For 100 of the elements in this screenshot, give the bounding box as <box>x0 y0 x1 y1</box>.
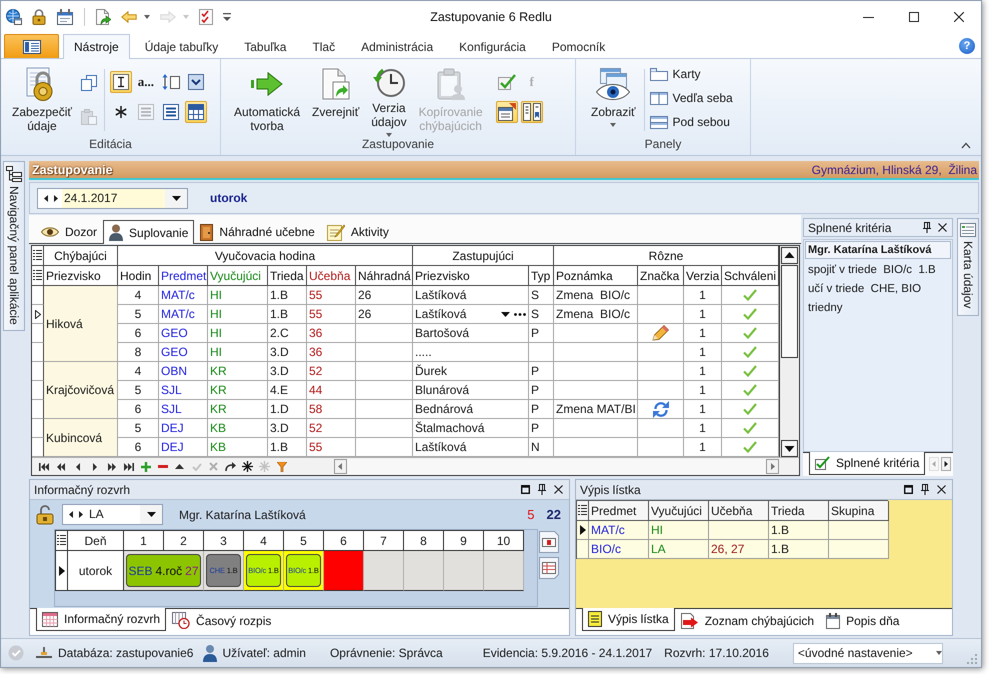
globe-icon[interactable] <box>6 9 22 25</box>
tab[interactable]: Dozor <box>35 220 104 243</box>
data-card-tab[interactable]: Karta údajov <box>957 218 979 316</box>
show-panels-button[interactable]: Zobraziť <box>588 59 639 137</box>
column-header[interactable]: Skupina <box>829 501 889 521</box>
column-chooser-icon[interactable] <box>33 250 42 261</box>
column-header[interactable]: Značka <box>638 266 684 286</box>
caret-icon[interactable] <box>144 15 150 19</box>
pin-icon[interactable] <box>538 484 546 495</box>
ribbon-tab[interactable]: Tabuľka <box>233 34 298 58</box>
document-arrow-icon[interactable] <box>95 9 111 25</box>
column-header[interactable]: Poznámka <box>554 266 638 286</box>
dropdown-icon[interactable] <box>172 196 180 200</box>
dropdown-box-icon[interactable] <box>188 74 204 90</box>
ribbon-tab[interactable]: Údaje tabuľky <box>134 34 230 58</box>
column-header[interactable]: Trieda <box>268 266 307 286</box>
close-icon[interactable] <box>954 12 964 22</box>
text-ellipsis-button[interactable]: a... <box>136 73 156 91</box>
row-selector[interactable] <box>32 362 44 381</box>
delete-icon[interactable] <box>158 465 168 468</box>
tab[interactable]: Aktivity <box>320 220 395 243</box>
column-header[interactable]: Hodin <box>118 266 159 286</box>
ellipsis-icon[interactable] <box>514 312 526 316</box>
checkmark-icon[interactable] <box>498 74 516 90</box>
toggle-button[interactable] <box>184 101 207 123</box>
publish-button[interactable]: Zverejniť <box>309 59 362 137</box>
scroll-left-icon[interactable] <box>334 459 347 474</box>
scrollbar-thumb[interactable] <box>781 265 798 358</box>
secure-data-button[interactable]: Zabezpečiť údaje <box>9 59 75 137</box>
pin-icon[interactable] <box>923 222 931 233</box>
column-header[interactable]: Priezvisko <box>44 266 118 286</box>
row-selector[interactable] <box>32 381 44 400</box>
settings-combo[interactable]: <úvodné nastavenie> <box>792 642 943 664</box>
column-header[interactable]: Náhradná <box>356 266 413 286</box>
column-header[interactable]: Predmet <box>159 266 208 286</box>
next-record-icon[interactable] <box>92 462 96 470</box>
column-header[interactable]: Schváleni <box>722 266 779 286</box>
lock-icon[interactable] <box>32 9 46 25</box>
minimize-icon[interactable] <box>863 16 874 18</box>
column-header[interactable]: Vyučujúci <box>208 266 268 286</box>
timetable-cell[interactable] <box>324 551 364 591</box>
row-selector[interactable] <box>32 286 44 305</box>
column-header[interactable]: Priezvisko <box>413 266 529 286</box>
dropdown-icon[interactable] <box>501 312 510 316</box>
row-height-icon[interactable] <box>162 74 180 90</box>
column-header[interactable]: Verzia <box>684 266 722 286</box>
scroll-down-icon[interactable] <box>781 440 798 457</box>
column-header[interactable]: Vyučujúci <box>649 501 709 521</box>
ribbon-tab[interactable]: Administrácia <box>350 34 444 58</box>
asterisk-icon[interactable] <box>114 106 127 118</box>
layout-button[interactable]: Karty <box>650 66 733 82</box>
add-icon[interactable] <box>140 462 150 472</box>
row-selector[interactable] <box>32 419 44 438</box>
tab[interactable]: Splnené kritéria <box>809 452 926 475</box>
toggle-button[interactable] <box>110 71 132 93</box>
timetable-cell[interactable] <box>444 551 484 591</box>
teacher-field[interactable]: LA <box>87 505 140 524</box>
tab[interactable]: Zoznam chýbajúcich <box>674 609 820 631</box>
tab[interactable]: Informačný rozvrh <box>36 608 166 631</box>
pin-icon[interactable] <box>921 484 929 495</box>
toggle-button[interactable] <box>520 101 543 123</box>
column-chooser-icon[interactable] <box>33 270 42 281</box>
column-header[interactable]: Typ <box>529 266 554 286</box>
version-button[interactable]: Verzia údajov <box>368 59 410 137</box>
close-icon[interactable] <box>938 223 947 232</box>
row-selector[interactable] <box>32 400 44 419</box>
customize-menu-icon[interactable] <box>223 13 231 21</box>
padlock-icon[interactable] <box>36 504 54 524</box>
dropdown-icon[interactable] <box>936 651 942 655</box>
first-record-icon[interactable] <box>38 462 48 470</box>
tab[interactable]: Výpis lístka <box>582 608 675 631</box>
column-header[interactable]: Učebňa <box>709 501 769 521</box>
cell-editor[interactable]: Laštíková <box>413 305 529 324</box>
previous-icon[interactable] <box>69 511 73 518</box>
tab[interactable]: Suplovanie <box>103 220 194 244</box>
close-icon[interactable] <box>554 485 563 494</box>
column-header[interactable]: Trieda <box>769 501 829 521</box>
next-page-icon[interactable] <box>108 462 116 470</box>
asterisk-icon[interactable] <box>242 461 253 472</box>
toggle-button[interactable] <box>496 101 518 123</box>
restore-icon[interactable] <box>904 485 913 494</box>
layout-button[interactable]: Pod sebou <box>650 114 733 130</box>
date-field[interactable]: 24.1.2017 <box>62 188 165 208</box>
column-chooser-icon[interactable] <box>578 505 587 516</box>
row-selector[interactable] <box>32 324 44 343</box>
timetable-cell[interactable] <box>484 551 524 591</box>
timetable-cell[interactable] <box>404 551 444 591</box>
calendar-icon[interactable] <box>56 9 74 25</box>
automatic-build-button[interactable]: Automatická tvorba <box>231 59 304 137</box>
filter-icon[interactable] <box>276 462 286 472</box>
previous-icon[interactable] <box>44 194 48 202</box>
column-chooser-icon[interactable] <box>57 535 66 546</box>
column-header[interactable]: Predmet <box>589 501 649 521</box>
copy-icon[interactable] <box>80 75 97 91</box>
tab[interactable]: Popis dňa <box>820 609 906 631</box>
next-icon[interactable] <box>54 194 58 202</box>
last-record-icon[interactable] <box>124 462 134 470</box>
table-view-icon[interactable] <box>539 557 559 579</box>
maximize-icon[interactable] <box>908 12 918 22</box>
column-header[interactable]: Učebňa <box>307 266 356 286</box>
